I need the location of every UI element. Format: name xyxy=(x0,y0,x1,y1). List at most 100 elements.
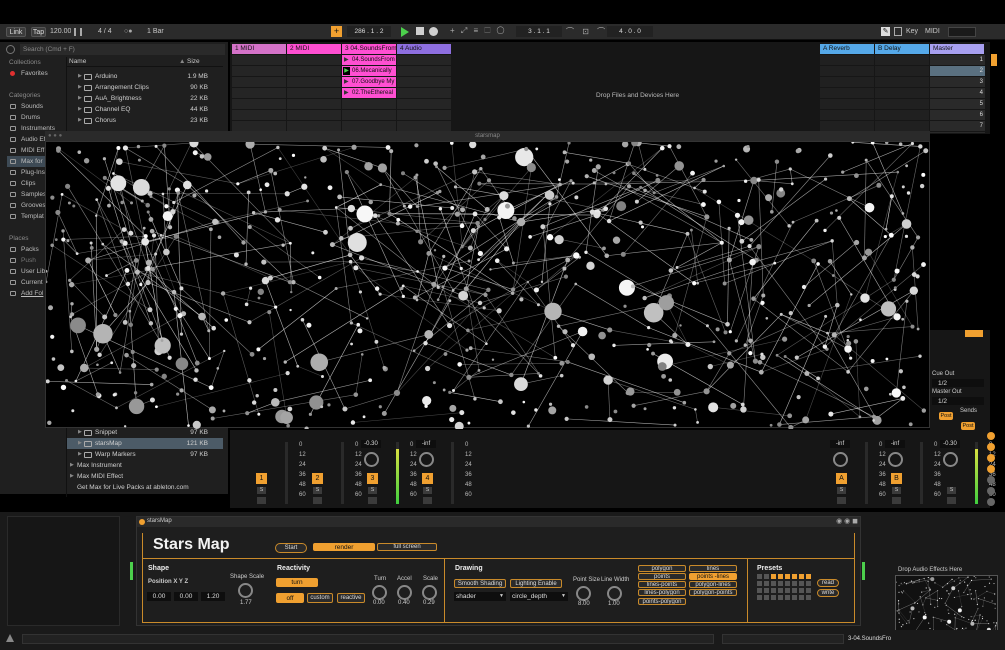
loop-length[interactable]: 4 . 0 . 0 xyxy=(607,26,653,37)
preset-slot[interactable] xyxy=(799,595,804,600)
time-signature[interactable]: 4 / 4 xyxy=(98,28,112,35)
preset-slot[interactable] xyxy=(778,595,783,600)
depth-select[interactable]: circle_depth xyxy=(510,592,568,601)
loop-start[interactable]: 3 . 1 . 1 xyxy=(516,26,562,37)
arm-button[interactable] xyxy=(423,497,432,504)
full-screen-button[interactable]: full screen xyxy=(377,543,437,551)
clip[interactable]: ▶ 07.Goodbye My xyxy=(342,77,396,87)
shape-scale-knob[interactable] xyxy=(238,583,253,598)
preset-slot[interactable] xyxy=(757,581,762,586)
scene-number[interactable]: 5 xyxy=(980,99,983,110)
song-position[interactable]: 286 . 1 . 2 xyxy=(347,26,391,37)
preset-slot[interactable] xyxy=(806,595,811,600)
preset-slot[interactable] xyxy=(764,574,769,579)
track-activator-button[interactable]: B xyxy=(891,473,902,484)
mode-lines-polygon[interactable]: lines-polygon xyxy=(638,589,686,596)
pan-knob[interactable] xyxy=(943,452,958,467)
arm-button[interactable] xyxy=(368,497,377,504)
scene-number[interactable]: 6 xyxy=(980,110,983,121)
custom-button[interactable]: custom xyxy=(307,593,333,603)
name-column-header[interactable]: Name xyxy=(69,58,86,65)
preset-slot[interactable] xyxy=(764,588,769,593)
mode-polygon[interactable]: polygon xyxy=(638,565,686,572)
track-activator-button[interactable]: 3 xyxy=(367,473,378,484)
accel-knob[interactable] xyxy=(397,585,412,600)
smooth-shading-button[interactable]: Smooth Shading xyxy=(454,579,506,588)
arm-button[interactable] xyxy=(257,497,266,504)
drop-zone[interactable]: Drop Files and Devices Here xyxy=(596,92,679,99)
preset-slot[interactable] xyxy=(806,588,811,593)
loop-icons[interactable]: ⌒ ⊡ ⌒ xyxy=(566,26,608,37)
list-item[interactable]: ▶ AuA_Brightness 22 KB xyxy=(67,93,223,104)
volume-field[interactable]: -0.30 xyxy=(361,440,381,448)
solo-button[interactable]: S xyxy=(947,487,956,494)
volume-field[interactable]: -0.30 xyxy=(940,440,960,448)
search-input[interactable]: Search (Cmd + F) xyxy=(20,44,225,55)
list-item[interactable]: ▶ Arduino 1.9 MB xyxy=(67,71,223,82)
metronome-icon[interactable] xyxy=(74,28,82,36)
scene-number[interactable]: 3 xyxy=(980,77,983,88)
device-scroll-right[interactable] xyxy=(862,562,865,580)
pan-knob[interactable] xyxy=(833,452,848,467)
preset-slot[interactable] xyxy=(785,574,790,579)
clip-playing[interactable]: ▶ 06.Mecanically xyxy=(342,66,396,76)
track-activator-button[interactable]: 4 xyxy=(422,473,433,484)
preset-slot[interactable] xyxy=(771,574,776,579)
list-item-selected[interactable]: ▶ starsMap 121 KB xyxy=(67,438,223,449)
preset-slot[interactable] xyxy=(799,588,804,593)
quantize-menu[interactable]: 1 Bar xyxy=(147,28,164,35)
preset-slot[interactable] xyxy=(792,581,797,586)
arm-button[interactable] xyxy=(313,497,322,504)
line-width-knob[interactable] xyxy=(607,586,622,601)
follow-icon[interactable]: ○● xyxy=(124,28,132,35)
sort-icon[interactable]: ▲ xyxy=(179,58,185,65)
mode-polygon-lines[interactable]: polygon-lines xyxy=(689,581,737,588)
scene-number[interactable]: 1 xyxy=(980,55,983,66)
arrangement-record-icon[interactable]: + xyxy=(331,26,342,37)
pan-knob[interactable] xyxy=(419,452,434,467)
clip[interactable]: ▶ 02.TheEthereal xyxy=(342,88,396,98)
key-map-button[interactable]: Key xyxy=(906,28,918,35)
turn-button[interactable]: turn xyxy=(276,578,318,587)
master-out-select[interactable]: 1/2 xyxy=(932,397,984,405)
preset-slot[interactable] xyxy=(785,588,790,593)
master-header[interactable]: Master xyxy=(930,44,984,54)
return-header-a[interactable]: A Reverb xyxy=(820,44,874,54)
preset-slot[interactable] xyxy=(799,581,804,586)
window-controls[interactable]: ● ● ● xyxy=(48,133,62,139)
preset-slot[interactable] xyxy=(799,574,804,579)
overview-strip[interactable] xyxy=(722,634,844,644)
track-header-3[interactable]: 3 04.SoundsFrom xyxy=(342,44,396,54)
clip[interactable]: ▶ 04.SoundsFrom xyxy=(342,55,396,65)
session-scrollbar[interactable] xyxy=(991,54,997,66)
solo-button[interactable]: S xyxy=(368,487,377,494)
render-button[interactable]: render xyxy=(313,543,375,551)
preset-slot[interactable] xyxy=(792,588,797,593)
device-scroll-left[interactable] xyxy=(130,562,133,580)
scene-number[interactable]: 4 xyxy=(980,88,983,99)
arm-button[interactable] xyxy=(892,497,901,504)
lighting-enable-button[interactable]: Lighting Enable xyxy=(510,579,562,588)
keyboard-icon[interactable] xyxy=(894,27,902,36)
link-button[interactable]: Link xyxy=(6,27,26,37)
track-activator-button[interactable]: A xyxy=(836,473,847,484)
track-header-4[interactable]: 4 Audio xyxy=(397,44,451,54)
mode-lines[interactable]: lines xyxy=(689,565,737,572)
write-button[interactable]: write xyxy=(817,589,839,597)
device-activator-icon[interactable] xyxy=(139,519,145,525)
list-item[interactable]: ▶ Chorus 23 KB xyxy=(67,115,223,126)
list-item[interactable]: ▶ Max Instrument xyxy=(67,460,223,471)
play-icon[interactable] xyxy=(401,27,409,37)
mode-polygon-points[interactable]: polygon-points xyxy=(689,589,737,596)
volume-field[interactable]: -inf xyxy=(416,440,436,448)
point-size-knob[interactable] xyxy=(576,586,591,601)
scale-knob[interactable] xyxy=(422,585,437,600)
list-item[interactable]: ▶ Warp Markers 97 KB xyxy=(67,449,223,460)
preset-slot[interactable] xyxy=(785,595,790,600)
track-header-2[interactable]: 2 MIDI xyxy=(287,44,341,54)
sidebar-item-favorites[interactable]: Favorites xyxy=(7,68,65,79)
tempo-field[interactable]: 120.00 xyxy=(50,28,71,35)
track-header-1[interactable]: 1 MIDI xyxy=(232,44,286,54)
solo-button[interactable]: S xyxy=(257,487,266,494)
scene-number[interactable]: 2 xyxy=(980,66,983,77)
